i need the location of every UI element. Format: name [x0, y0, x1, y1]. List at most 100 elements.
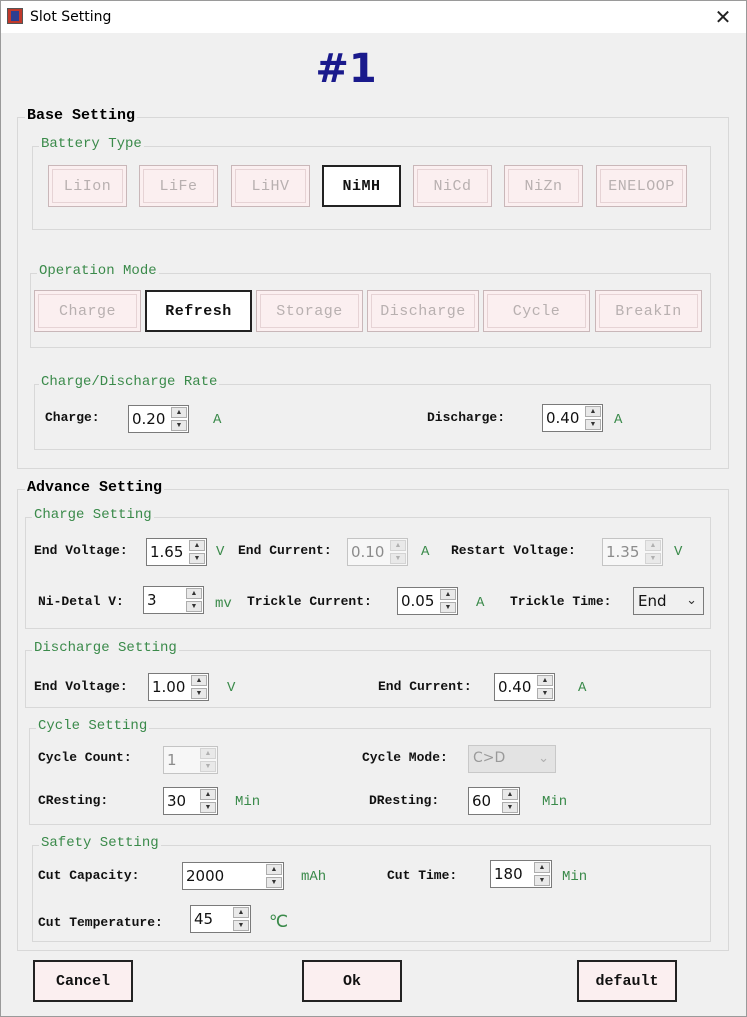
mode-cycle[interactable]: Cycle — [483, 290, 590, 332]
mode-discharge[interactable]: Discharge — [367, 290, 479, 332]
spin-down-icon[interactable]: ▼ — [171, 420, 187, 431]
spin-up-icon[interactable]: ▲ — [189, 540, 205, 551]
discharge-end-current-unit: A — [578, 680, 587, 696]
discharge-rate-stepper[interactable]: 0.40 ▲ ▼ — [542, 404, 603, 432]
mode-charge[interactable]: Charge — [34, 290, 141, 332]
charge-rate-value[interactable]: 0.20 — [132, 410, 165, 428]
dresting-value[interactable]: 60 — [472, 792, 491, 810]
spin-down-icon[interactable]: ▼ — [440, 602, 456, 613]
cresting-stepper[interactable]: 30 ▲ ▼ — [163, 787, 218, 815]
discharge-end-current-value[interactable]: 0.40 — [498, 678, 531, 696]
delta-v-stepper[interactable]: 3 ▲ ▼ — [143, 586, 204, 614]
dresting-stepper[interactable]: 60 ▲ ▼ — [468, 787, 520, 815]
charge-end-voltage-unit: V — [216, 544, 225, 560]
spin-down-icon[interactable]: ▼ — [189, 553, 205, 564]
cut-temperature-stepper[interactable]: 45 ▲ ▼ — [190, 905, 251, 933]
discharge-rate-value[interactable]: 0.40 — [546, 409, 579, 427]
cycle-mode-value[interactable]: C>D — [473, 750, 505, 766]
trickle-time-select[interactable]: End ⌄ — [633, 587, 704, 615]
restart-voltage-value[interactable]: 1.35 — [606, 543, 639, 561]
spin-up-icon[interactable]: ▲ — [171, 407, 187, 418]
trickle-current-label: Trickle Current: — [247, 594, 372, 609]
spin-down-icon[interactable]: ▼ — [266, 877, 282, 888]
battery-type-life[interactable]: LiFe — [139, 165, 218, 207]
spin-up-icon[interactable]: ▲ — [186, 588, 202, 599]
cut-capacity-stepper[interactable]: 2000 ▲ ▼ — [182, 862, 284, 890]
battery-type-eneloop[interactable]: ENELOOP — [596, 165, 687, 207]
cancel-button[interactable]: Cancel — [33, 960, 133, 1002]
spin-down-icon[interactable]: ▼ — [191, 688, 207, 699]
chevron-down-icon[interactable]: ⌄ — [538, 750, 549, 766]
cycle-count-stepper[interactable]: 1 ▲ ▼ — [163, 746, 218, 774]
mode-breakin[interactable]: BreakIn — [595, 290, 702, 332]
dresting-label: DResting: — [369, 793, 440, 808]
battery-type-nicd[interactable]: NiCd — [413, 165, 492, 207]
chevron-down-icon[interactable]: ⌄ — [686, 592, 697, 608]
cut-temperature-value[interactable]: 45 — [194, 910, 213, 928]
discharge-setting-group — [25, 650, 711, 708]
charge-end-current-stepper[interactable]: 0.10 ▲ ▼ — [347, 538, 408, 566]
charge-rate-unit: A — [213, 412, 222, 428]
charge-end-voltage-label: End Voltage: — [34, 543, 128, 558]
spin-down-icon[interactable]: ▼ — [200, 802, 216, 813]
mode-storage[interactable]: Storage — [256, 290, 363, 332]
cycle-mode-select[interactable]: C>D ⌄ — [468, 745, 556, 773]
restart-voltage-stepper[interactable]: 1.35 ▲ ▼ — [602, 538, 663, 566]
close-icon[interactable]: ✕ — [707, 1, 739, 33]
battery-type-nimh[interactable]: NiMH — [322, 165, 401, 207]
cycle-count-value[interactable]: 1 — [167, 751, 177, 769]
spin-up-icon[interactable]: ▲ — [200, 748, 216, 759]
charge-setting-legend: Charge Setting — [32, 507, 154, 523]
spin-up-icon[interactable]: ▲ — [233, 907, 249, 918]
battery-type-lihv[interactable]: LiHV — [231, 165, 310, 207]
spin-down-icon[interactable]: ▼ — [645, 553, 661, 564]
delta-v-value[interactable]: 3 — [147, 591, 157, 609]
spin-up-icon[interactable]: ▲ — [266, 864, 282, 875]
trickle-time-value[interactable]: End — [638, 592, 667, 610]
cycle-setting-legend: Cycle Setting — [36, 718, 150, 734]
spin-down-icon[interactable]: ▼ — [233, 920, 249, 931]
spin-down-icon[interactable]: ▼ — [537, 688, 553, 699]
spin-up-icon[interactable]: ▲ — [502, 789, 518, 800]
mode-refresh[interactable]: Refresh — [145, 290, 252, 332]
cut-capacity-unit: mAh — [301, 869, 327, 885]
dresting-unit: Min — [542, 794, 568, 810]
trickle-current-unit: A — [476, 595, 485, 611]
spin-up-icon[interactable]: ▲ — [645, 540, 661, 551]
cut-capacity-value[interactable]: 2000 — [186, 867, 224, 885]
cresting-value[interactable]: 30 — [167, 792, 186, 810]
restart-voltage-unit: V — [674, 544, 683, 560]
slot-number: #1 — [315, 46, 377, 92]
cut-time-value[interactable]: 180 — [494, 865, 523, 883]
spin-down-icon[interactable]: ▼ — [534, 875, 550, 886]
charge-end-voltage-value[interactable]: 1.65 — [150, 543, 183, 561]
ok-button[interactable]: Ok — [302, 960, 402, 1002]
charge-end-current-label: End Current: — [238, 543, 332, 558]
battery-type-liion[interactable]: LiIon — [48, 165, 127, 207]
spin-down-icon[interactable]: ▼ — [200, 761, 216, 772]
spin-up-icon[interactable]: ▲ — [200, 789, 216, 800]
spin-up-icon[interactable]: ▲ — [537, 675, 553, 686]
cut-time-stepper[interactable]: 180 ▲ ▼ — [490, 860, 552, 888]
spin-up-icon[interactable]: ▲ — [585, 406, 601, 417]
trickle-current-stepper[interactable]: 0.05 ▲ ▼ — [397, 587, 458, 615]
spin-up-icon[interactable]: ▲ — [534, 862, 550, 873]
spin-up-icon[interactable]: ▲ — [440, 589, 456, 600]
trickle-current-value[interactable]: 0.05 — [401, 592, 434, 610]
discharge-end-voltage-value[interactable]: 1.00 — [152, 678, 185, 696]
spin-up-icon[interactable]: ▲ — [191, 675, 207, 686]
spin-up-icon[interactable]: ▲ — [390, 540, 406, 551]
charge-end-current-value[interactable]: 0.10 — [351, 543, 384, 561]
discharge-end-voltage-label: End Voltage: — [34, 679, 128, 694]
discharge-end-current-stepper[interactable]: 0.40 ▲ ▼ — [494, 673, 555, 701]
spin-down-icon[interactable]: ▼ — [585, 419, 601, 430]
default-button[interactable]: default — [577, 960, 677, 1002]
battery-type-nizn[interactable]: NiZn — [504, 165, 583, 207]
cut-temperature-label: Cut Temperature: — [38, 915, 163, 930]
charge-end-voltage-stepper[interactable]: 1.65 ▲ ▼ — [146, 538, 207, 566]
spin-down-icon[interactable]: ▼ — [390, 553, 406, 564]
spin-down-icon[interactable]: ▼ — [502, 802, 518, 813]
spin-down-icon[interactable]: ▼ — [186, 601, 202, 612]
discharge-end-voltage-stepper[interactable]: 1.00 ▲ ▼ — [148, 673, 209, 701]
charge-rate-stepper[interactable]: 0.20 ▲ ▼ — [128, 405, 189, 433]
